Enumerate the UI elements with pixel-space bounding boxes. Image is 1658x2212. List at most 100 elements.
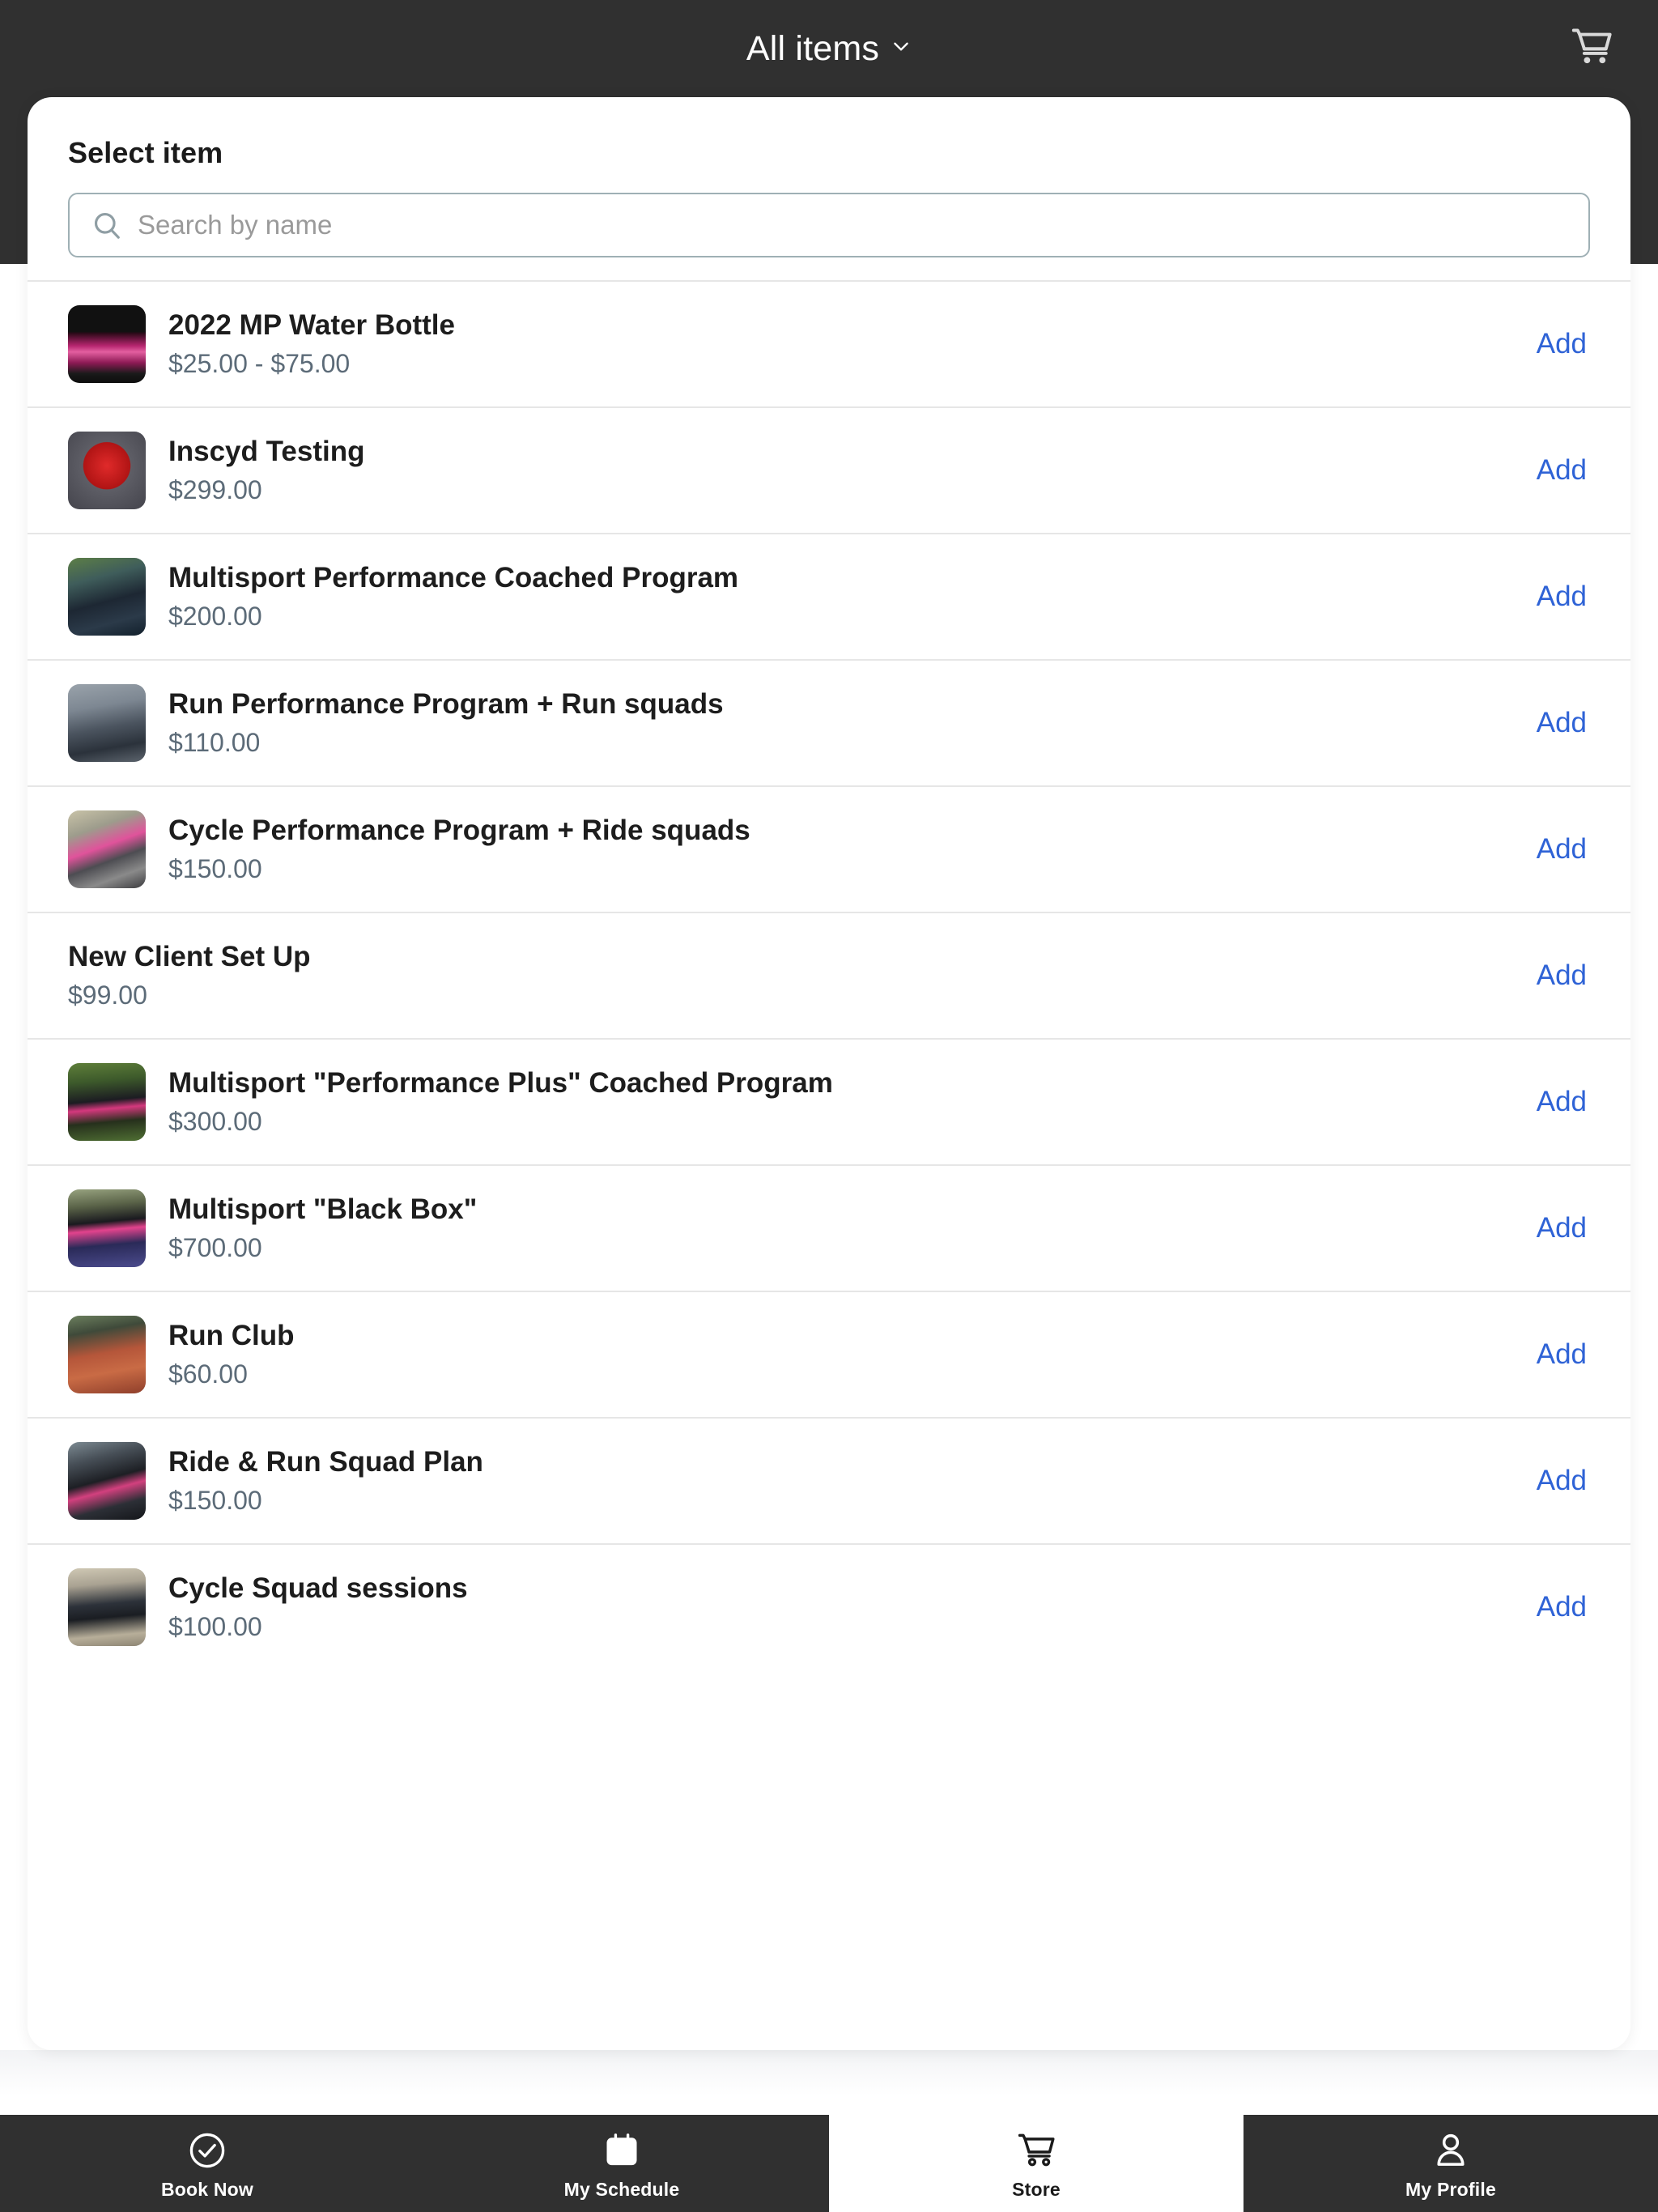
thumbnail-image xyxy=(68,432,146,509)
item-price: $25.00 - $75.00 xyxy=(168,348,351,378)
sheet-header: Select item xyxy=(28,97,1630,257)
cycle-squad-thumbnail xyxy=(68,1568,146,1646)
add-item-button[interactable]: Add xyxy=(1533,1457,1590,1505)
thumbnail-image xyxy=(68,684,146,762)
item-text-block: 2022 MP Water Bottle $25.00 - $75.00 xyxy=(168,310,1509,378)
item-price: $110.00 xyxy=(168,727,261,757)
shopping-cart-icon xyxy=(1569,24,1614,74)
item-text-block: Run Club $60.00 xyxy=(168,1321,1509,1389)
top-header-content: All items xyxy=(0,0,1658,97)
item-text-block: New Client Set Up $99.00 xyxy=(68,942,1509,1010)
water-bottle-thumbnail xyxy=(68,305,146,383)
add-item-button[interactable]: Add xyxy=(1533,1204,1590,1253)
add-item-button[interactable]: Add xyxy=(1533,446,1590,495)
add-item-button[interactable]: Add xyxy=(1533,1330,1590,1379)
item-text-block: Ride & Run Squad Plan $150.00 xyxy=(168,1447,1509,1515)
search-field[interactable] xyxy=(68,193,1590,257)
item-price: $200.00 xyxy=(168,601,262,631)
add-item-button[interactable]: Add xyxy=(1533,825,1590,874)
item-name: Multisport Performance Coached Program xyxy=(168,563,739,594)
tab-my-profile[interactable]: My Profile xyxy=(1244,2115,1658,2212)
item-price: $60.00 xyxy=(168,1359,248,1389)
item-name: Inscyd Testing xyxy=(168,436,365,468)
performance-plus-thumbnail xyxy=(68,1063,146,1141)
run-club-thumbnail xyxy=(68,1316,146,1393)
item-row[interactable]: Ride & Run Squad Plan $150.00 Add xyxy=(28,1417,1630,1543)
item-price: $700.00 xyxy=(168,1232,262,1262)
item-name: Ride & Run Squad Plan xyxy=(168,1447,483,1478)
tab-label: Book Now xyxy=(160,2178,254,2200)
inscyd-logo-thumbnail xyxy=(68,432,146,509)
item-row[interactable]: Cycle Squad sessions $100.00 Add xyxy=(28,1543,1630,1670)
add-item-button[interactable]: Add xyxy=(1533,1078,1590,1126)
item-row[interactable]: Run Performance Program + Run squads $110… xyxy=(28,659,1630,785)
item-row[interactable]: Inscyd Testing $299.00 Add xyxy=(28,406,1630,533)
item-name: Multisport "Performance Plus" Coached Pr… xyxy=(168,1068,833,1100)
item-name: Cycle Performance Program + Ride squads xyxy=(168,815,750,847)
item-row[interactable]: Multisport Performance Coached Program $2… xyxy=(28,533,1630,659)
item-text-block: Run Performance Program + Run squads $110… xyxy=(168,689,1509,757)
run-performance-thumbnail xyxy=(68,684,146,762)
black-box-thumbnail xyxy=(68,1189,146,1267)
item-text-block: Multisport Performance Coached Program $2… xyxy=(168,563,1509,631)
item-list: 2022 MP Water Bottle $25.00 - $75.00 Add In… xyxy=(28,280,1630,1670)
add-item-button[interactable]: Add xyxy=(1533,699,1590,747)
thumbnail-image xyxy=(68,1189,146,1267)
cycle-performance-thumbnail xyxy=(68,810,146,888)
page-title: Select item xyxy=(68,136,223,169)
item-price: $150.00 xyxy=(168,1485,262,1515)
item-price: $300.00 xyxy=(168,1106,262,1136)
tab-label: My Schedule xyxy=(563,2178,680,2200)
chevron-down-icon xyxy=(891,36,912,57)
item-price: $150.00 xyxy=(168,853,262,883)
thumbnail-image xyxy=(68,305,146,383)
select-item-sheet: Select item 2022 MP Water Bottle $25.00 -… xyxy=(28,97,1630,2050)
item-name: Multisport "Black Box" xyxy=(168,1194,478,1226)
item-row[interactable]: Run Club $60.00 Add xyxy=(28,1291,1630,1417)
calendar-icon xyxy=(600,2129,644,2172)
thumbnail-image xyxy=(68,1442,146,1520)
bottom-tab-bar: Book Now My Schedule Store My Profile xyxy=(0,2115,1658,2212)
items-filter-label: All items xyxy=(746,28,880,68)
item-row[interactable]: Cycle Performance Program + Ride squads $… xyxy=(28,785,1630,912)
app-screen: All items Select item Search by name 202… xyxy=(0,0,1658,2212)
item-row[interactable]: Multisport "Black Box" $700.00 Add xyxy=(28,1164,1630,1291)
tab-my-schedule[interactable]: My Schedule xyxy=(414,2115,829,2212)
item-price: $100.00 xyxy=(168,1611,262,1641)
person-icon xyxy=(1429,2129,1473,2172)
item-price: $299.00 xyxy=(168,474,262,504)
item-name: Cycle Squad sessions xyxy=(168,1573,468,1605)
item-name: New Client Set Up xyxy=(68,942,311,973)
multisport-coached-thumbnail xyxy=(68,558,146,636)
add-item-button[interactable]: Add xyxy=(1533,320,1590,368)
thumbnail-image xyxy=(68,558,146,636)
thumbnail-image xyxy=(68,1568,146,1646)
tab-label: My Profile xyxy=(1405,2178,1496,2200)
item-name: Run Club xyxy=(168,1321,295,1352)
cart-button[interactable] xyxy=(1554,11,1629,86)
sheet-backdrop xyxy=(0,2050,1658,2115)
item-text-block: Inscyd Testing $299.00 xyxy=(168,436,1509,504)
item-text-block: Multisport "Black Box" $700.00 xyxy=(168,1194,1509,1262)
item-text-block: Cycle Squad sessions $100.00 xyxy=(168,1573,1509,1641)
tab-book-now[interactable]: Book Now xyxy=(0,2115,414,2212)
add-item-button[interactable]: Add xyxy=(1533,572,1590,621)
item-row[interactable]: Multisport "Performance Plus" Coached Pr… xyxy=(28,1038,1630,1164)
check-circle-icon xyxy=(185,2129,229,2172)
thumbnail-image xyxy=(68,1316,146,1393)
ride-run-squad-thumbnail xyxy=(68,1442,146,1520)
thumbnail-image xyxy=(68,1063,146,1141)
search-input[interactable] xyxy=(138,201,1567,249)
tab-store[interactable]: Store xyxy=(829,2115,1244,2212)
search-icon xyxy=(91,209,123,241)
tab-label: Store xyxy=(1012,2178,1061,2200)
shopping-cart-icon xyxy=(1014,2129,1058,2172)
item-row[interactable]: 2022 MP Water Bottle $25.00 - $75.00 Add xyxy=(28,280,1630,406)
item-name: Run Performance Program + Run squads xyxy=(168,689,724,721)
add-item-button[interactable]: Add xyxy=(1533,1583,1590,1631)
item-row[interactable]: New Client Set Up $99.00 Add xyxy=(28,912,1630,1038)
item-price: $99.00 xyxy=(68,980,147,1010)
add-item-button[interactable]: Add xyxy=(1533,951,1590,1000)
items-filter-dropdown[interactable]: All items xyxy=(746,28,912,68)
item-text-block: Cycle Performance Program + Ride squads $… xyxy=(168,815,1509,883)
